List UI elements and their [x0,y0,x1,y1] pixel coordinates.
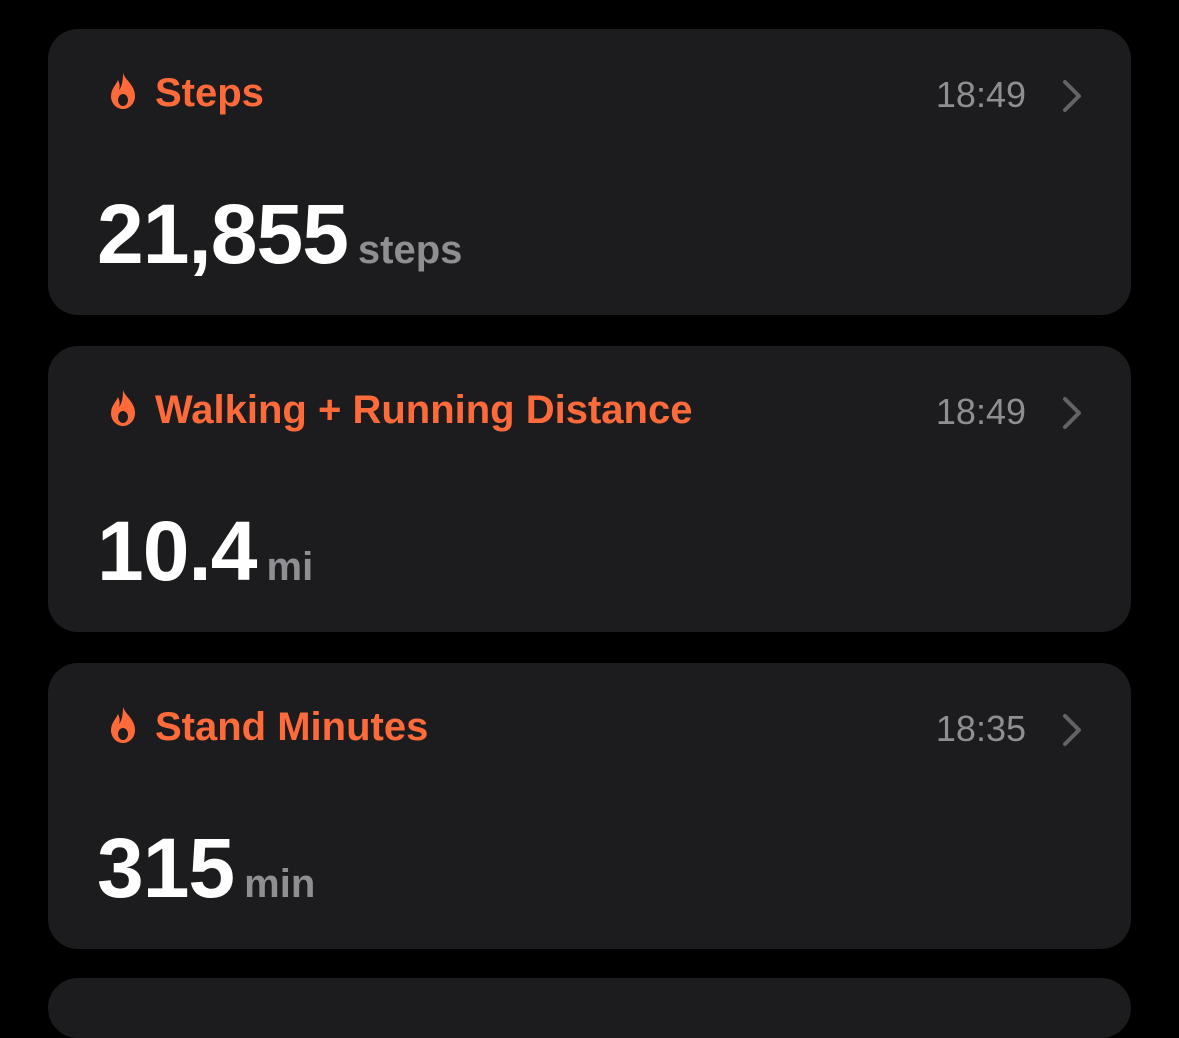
metric-unit: min [244,862,316,906]
steps-card[interactable]: Steps 18:49 21,855 steps [48,29,1131,315]
walking-running-distance-card[interactable]: Walking + Running Distance 18:49 10.4 mi [48,346,1131,632]
metric-unit: mi [266,545,314,589]
metric-value: 10.4 [97,504,257,598]
card-timestamp: 18:49 [935,74,1026,115]
flame-icon [108,705,138,745]
metric-value-row: 315 min [97,818,315,918]
next-card-partial[interactable] [48,978,1131,1038]
flame-icon [108,388,138,428]
card-title: Steps [155,71,264,115]
card-title: Stand Minutes [155,705,429,749]
chevron-right-icon[interactable] [1061,713,1083,747]
metric-unit: steps [357,228,463,272]
card-timestamp: 18:35 [935,708,1026,749]
metric-value: 315 [97,821,235,915]
stand-card-header[interactable]: Stand Minutes 18:35 [48,663,1131,793]
metric-value: 21,855 [97,187,349,281]
card-title: Walking + Running Distance [155,388,693,432]
flame-icon [108,71,138,111]
steps-card-header[interactable]: Steps 18:49 [48,29,1131,159]
distance-card-header[interactable]: Walking + Running Distance 18:49 [48,346,1131,476]
chevron-right-icon[interactable] [1061,79,1083,113]
metric-value-row: 10.4 mi [97,501,313,601]
metric-value-row: 21,855 steps [97,184,462,284]
stand-minutes-card[interactable]: Stand Minutes 18:35 315 min [48,663,1131,949]
card-timestamp: 18:49 [935,391,1026,432]
chevron-right-icon[interactable] [1061,396,1083,430]
